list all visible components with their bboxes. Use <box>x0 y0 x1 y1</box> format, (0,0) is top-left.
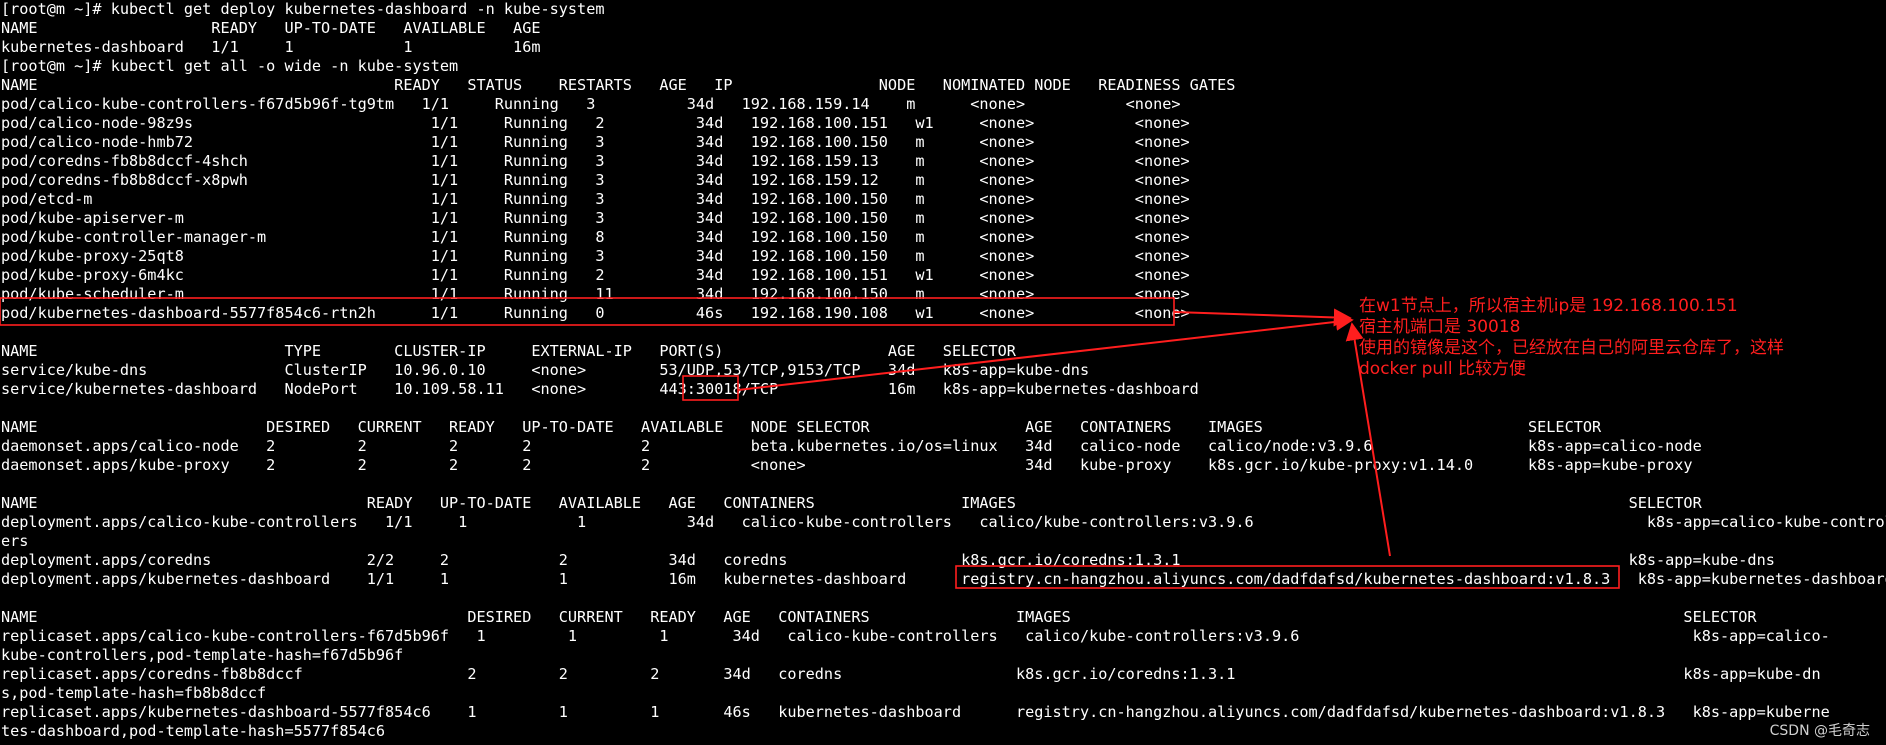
terminal-line: pod/calico-node-hmb72 1/1 Running 3 34d … <box>1 133 1190 151</box>
terminal-line: kubernetes-dashboard 1/1 1 1 16m <box>1 38 541 56</box>
terminal-line: NAME DESIRED CURRENT READY AGE CONTAINER… <box>1 608 1757 626</box>
terminal-line: NAME READY UP-TO-DATE AVAILABLE AGE CONT… <box>1 494 1702 512</box>
terminal-line: NAME READY UP-TO-DATE AVAILABLE AGE <box>1 19 541 37</box>
terminal-line: service/kubernetes-dashboard NodePort 10… <box>1 380 1199 398</box>
terminal-line: tes-dashboard,pod-template-hash=5577f854… <box>1 722 386 740</box>
terminal-line: deployment.apps/coredns 2/2 2 2 34d core… <box>1 551 1775 569</box>
terminal-line: deployment.apps/kubernetes-dashboard 1/1… <box>1 570 1886 588</box>
terminal-line: deployment.apps/calico-kube-controllers … <box>1 513 1886 531</box>
terminal-line: daemonset.apps/kube-proxy 2 2 2 2 2 <non… <box>1 456 1693 474</box>
terminal-line: daemonset.apps/calico-node 2 2 2 2 2 bet… <box>1 437 1702 455</box>
terminal-line: replicaset.apps/coredns-fb8b8dccf 2 2 2 … <box>1 665 1821 683</box>
terminal-line: pod/coredns-fb8b8dccf-x8pwh 1/1 Running … <box>1 171 1190 189</box>
annotation-note: 在w1节点上，所以宿主机ip是 192.168.100.151 宿主机端口是 3… <box>1359 296 1784 379</box>
terminal-line: replicaset.apps/calico-kube-controllers-… <box>1 627 1830 645</box>
terminal-line: pod/calico-node-98z9s 1/1 Running 2 34d … <box>1 114 1190 132</box>
terminal-line: kube-controllers,pod-template-hash=f67d5… <box>1 646 404 664</box>
terminal-line: pod/kube-controller-manager-m 1/1 Runnin… <box>1 228 1190 246</box>
terminal-line: pod/coredns-fb8b8dccf-4shch 1/1 Running … <box>1 152 1190 170</box>
terminal-window[interactable]: [root@m ~]# kubectl get deploy kubernete… <box>0 0 1886 745</box>
terminal-line: NAME READY STATUS RESTARTS AGE IP NODE N… <box>1 76 1236 94</box>
terminal-line: pod/kube-proxy-6m4kc 1/1 Running 2 34d 1… <box>1 266 1190 284</box>
terminal-line: [root@m ~]# kubectl get deploy kubernete… <box>1 0 605 18</box>
terminal-line: pod/calico-kube-controllers-f67d5b96f-tg… <box>1 95 1181 113</box>
terminal-line: s,pod-template-hash=fb8b8dccf <box>1 684 267 702</box>
terminal-line: pod/kube-proxy-25qt8 1/1 Running 3 34d 1… <box>1 247 1190 265</box>
terminal-line: ers <box>1 532 29 550</box>
terminal-line: pod/kube-apiserver-m 1/1 Running 3 34d 1… <box>1 209 1190 227</box>
terminal-line: [root@m ~]# kubectl get all -o wide -n k… <box>1 57 459 75</box>
watermark: CSDN @毛奇志 <box>1769 723 1870 739</box>
terminal-line: NAME DESIRED CURRENT READY UP-TO-DATE AV… <box>1 418 1602 436</box>
terminal-line: pod/etcd-m 1/1 Running 3 34d 192.168.100… <box>1 190 1190 208</box>
terminal-line: replicaset.apps/kubernetes-dashboard-557… <box>1 703 1830 721</box>
